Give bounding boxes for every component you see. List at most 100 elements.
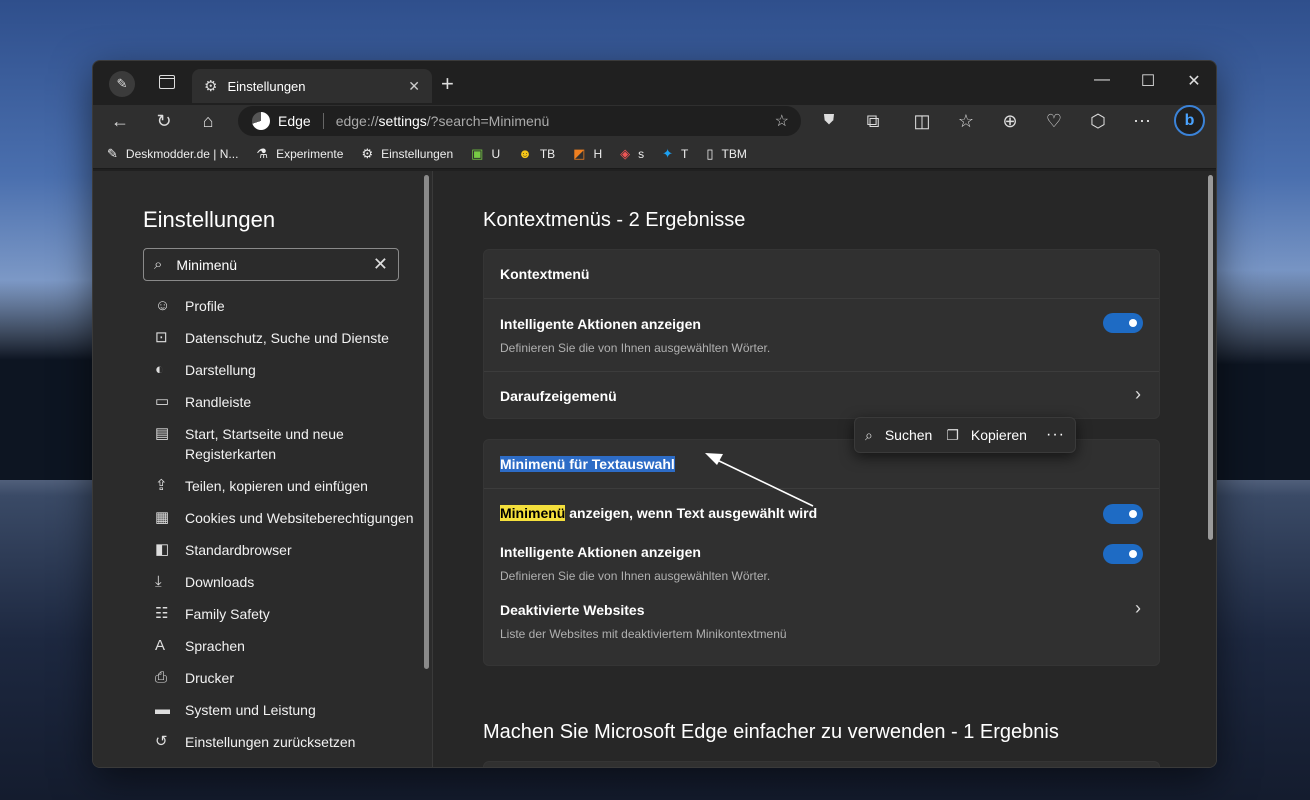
favorite-item[interactable]: ▯ TBM (706, 146, 747, 162)
sidebar-item-label: Profile (185, 298, 225, 314)
sidebar-title: Einstellungen (143, 207, 276, 232)
sidebar-item-printers[interactable]: ⎙ Drucker (155, 668, 415, 688)
sidebar-item-label: Standardbrowser (185, 542, 292, 558)
maximize-button[interactable]: ☐ (1125, 71, 1171, 91)
annotation-arrow (705, 453, 814, 507)
close-window-button[interactable]: ✕ (1171, 71, 1216, 91)
favorite-label: U (491, 146, 501, 161)
favorite-item[interactable]: ✦ T (662, 146, 688, 162)
wallpaper-trees-right (1210, 270, 1310, 480)
search-icon: ⌕ (154, 256, 163, 273)
performance-icon[interactable]: ⬡ (1084, 111, 1112, 132)
extension-icon: ◩ (573, 145, 586, 161)
back-arrow-icon[interactable]: ← (106, 111, 134, 132)
tab-settings[interactable]: ⚙ Einstellungen ✕ (192, 69, 432, 103)
address-divider (322, 113, 324, 129)
edge-logo-icon (252, 112, 270, 130)
favorite-item[interactable]: ⚙ Einstellungen (361, 146, 453, 162)
sidebar-item-privacy[interactable]: ⊡ Datenschutz, Suche und Dienste (155, 328, 415, 348)
tab-actions-icon[interactable] (159, 75, 175, 89)
reset-icon: ↺ (155, 733, 168, 750)
card-accessibility (483, 761, 1160, 767)
chevron-right-icon: › (1135, 598, 1141, 618)
favorite-item[interactable]: ✎ Deskmodder.de | N... (107, 146, 238, 162)
browser-essentials-icon[interactable]: ♡ (1040, 111, 1068, 132)
settings-sidebar: Einstellungen ⌕ ✕ ☺ Profile ⊡ Datenschutz,… (93, 171, 433, 767)
browser-window: ✎ ⚙ Einstellungen ✕ + — ☐ ✕ ← ↻ ⌂ Edge e… (92, 60, 1217, 768)
sidebar-item-label: Drucker (185, 670, 235, 686)
sidebar-item-languages[interactable]: A Sprachen (155, 636, 415, 656)
sidebar-item-label: Randleiste (185, 394, 252, 410)
language-icon: A (155, 637, 166, 654)
cookies-icon: ▦ (155, 509, 170, 526)
more-options-icon[interactable]: ⋯ (1128, 111, 1156, 132)
favorite-item[interactable]: ▣ U (471, 146, 500, 162)
workspaces-icon[interactable]: ✎ (109, 71, 135, 97)
ublock-icon: ▣ (471, 145, 484, 161)
search-input[interactable] (176, 256, 373, 273)
address-bar[interactable]: Edge edge://settings/?search=Minimenü ☆ (238, 106, 801, 136)
profile-icon: ☺ (155, 297, 171, 314)
sidebar-item-sidebar[interactable]: ▭ Randleiste (155, 392, 415, 412)
plus-icon[interactable]: + (441, 71, 454, 97)
sidebar-item-label: Downloads (185, 574, 255, 590)
collections-icon[interactable]: ⊕ (996, 111, 1024, 132)
laptop-icon: ▬ (155, 701, 170, 718)
sidebar-item-reset[interactable]: ↺ Einstellungen zurücksetzen (155, 732, 415, 752)
flask-icon: ⚗ (256, 145, 269, 161)
settings-page: Einstellungen ⌕ ✕ ☺ Profile ⊡ Datenschutz,… (93, 171, 1216, 767)
url-prefix: edge:// (335, 113, 379, 129)
sidebar-item-label: Einstellungen zurücksetzen (185, 734, 356, 750)
sidebar-scrollbar[interactable] (424, 175, 429, 669)
favorite-label: s (638, 146, 645, 161)
sidebar-item-family-safety[interactable]: ☷ Family Safety (155, 604, 415, 624)
close-tab-icon[interactable]: ✕ (408, 78, 420, 95)
favorite-label: Einstellungen (381, 146, 454, 161)
sidebar-item-profile[interactable]: ☺ Profile (155, 296, 415, 316)
sidebar-item-appearance[interactable]: ◐ Darstellung (155, 360, 415, 380)
gear-icon: ⚙ (204, 78, 218, 95)
toolbar: ← ↻ ⌂ Edge edge://settings/?search=Minim… (93, 105, 1216, 139)
favorites-icon[interactable]: ☆ (952, 111, 980, 132)
title-bar: ✎ ⚙ Einstellungen ✕ + — ☐ ✕ (93, 61, 1216, 105)
smiley-icon: ☻ (518, 146, 532, 161)
sidebar-nav: ☺ Profile ⊡ Datenschutz, Suche und Dienste… (155, 296, 415, 764)
sidebar-item-label: Start, Startseite und neue Registerkarte… (185, 426, 344, 462)
favorite-item[interactable]: ◈ s (620, 146, 644, 162)
pen-icon: ✎ (107, 145, 118, 161)
bing-chat-icon[interactable]: b (1174, 105, 1205, 136)
tab-title: Einstellungen (227, 78, 306, 94)
sidebar-item-start[interactable]: ▤ Start, Startseite und neue Registerkart… (155, 424, 415, 464)
ublock-shield-icon[interactable]: ⛊ (815, 111, 843, 128)
favorite-label: H (593, 146, 603, 161)
url-rest: /?search=Minimenü (426, 113, 550, 129)
sidebar-item-label: System und Leistung (185, 702, 316, 718)
sidebar-item-share[interactable]: ⇪ Teilen, kopieren und einfügen (155, 476, 415, 496)
share-icon: ⇪ (155, 477, 168, 494)
favorite-item[interactable]: ◩ H (573, 146, 602, 162)
site-label: Edge (278, 113, 311, 129)
settings-search[interactable]: ⌕ ✕ (143, 248, 399, 281)
favorite-item[interactable]: ⚗ Experimente (256, 146, 343, 162)
add-favorite-icon[interactable]: ☆ (775, 111, 789, 131)
split-screen-icon[interactable]: ◫ (908, 111, 936, 132)
favorite-item[interactable]: ☻ TB (518, 146, 555, 161)
clear-search-icon[interactable]: ✕ (373, 254, 388, 275)
sidebar-item-label: Teilen, kopieren und einfügen (185, 478, 368, 494)
extensions-icon[interactable]: ⧉ (859, 111, 887, 132)
sidebar-item-cookies[interactable]: ▦ Cookies und Websiteberechtigungen (155, 508, 415, 528)
favorite-label: Experimente (276, 146, 344, 161)
sidebar-item-downloads[interactable]: ⤓ Downloads (155, 572, 415, 592)
home-icon[interactable]: ⌂ (194, 111, 222, 132)
printer-icon: ⎙ (155, 669, 168, 686)
minimize-button[interactable]: — (1079, 71, 1125, 89)
palette-icon: ◐ (155, 361, 165, 378)
main-scrollbar[interactable] (1208, 175, 1213, 540)
lock-icon: ⊡ (155, 329, 168, 346)
sidebar-item-default-browser[interactable]: ◧ Standardbrowser (155, 540, 415, 560)
favorite-label: TB (539, 146, 556, 161)
refresh-icon[interactable]: ↻ (150, 111, 178, 132)
chevron-right-icon: › (1135, 384, 1141, 404)
sidebar-item-system[interactable]: ▬ System und Leistung (155, 700, 415, 720)
sidebar-item-label: Datenschutz, Suche und Dienste (185, 330, 389, 346)
